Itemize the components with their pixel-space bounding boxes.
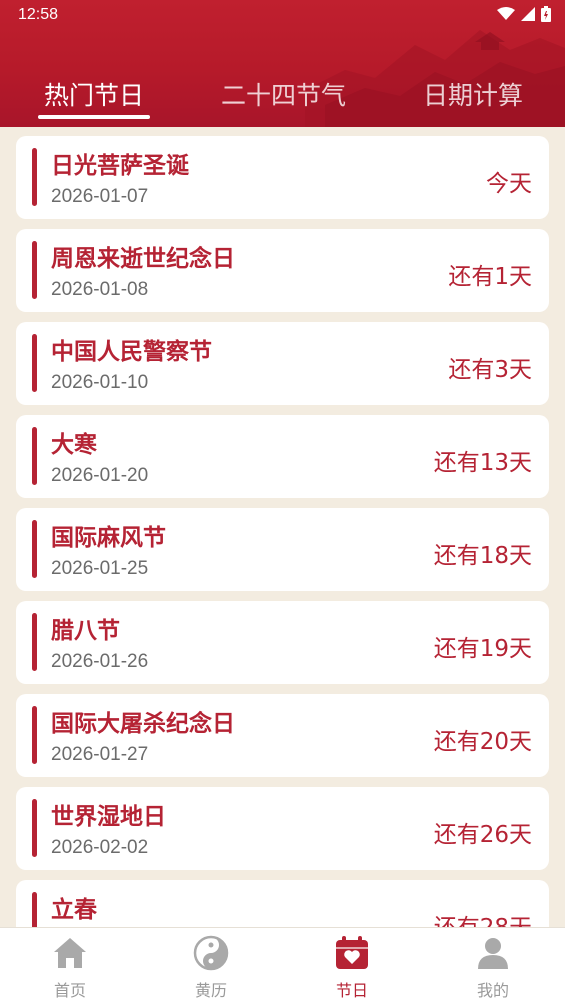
festival-card[interactable]: 世界湿地日 2026-02-02 还有26天	[16, 787, 549, 870]
header: 12:58 热门节日 二十四节气 日期计算	[0, 0, 565, 127]
accent-bar	[32, 427, 37, 485]
festival-name: 日光菩萨圣诞	[51, 153, 189, 179]
accent-bar	[32, 241, 37, 299]
home-icon	[54, 938, 86, 968]
days-remaining: 还有13天	[433, 450, 532, 476]
accent-bar	[32, 520, 37, 578]
days-remaining: 还有1天	[448, 264, 532, 290]
festival-date: 2026-01-08	[51, 279, 149, 300]
signal-icon	[521, 7, 535, 21]
festival-card[interactable]: 国际大屠杀纪念日 2026-01-27 还有20天	[16, 694, 549, 777]
festival-card[interactable]: 日光菩萨圣诞 2026-01-07 今天	[16, 136, 549, 219]
festival-name: 腊八节	[51, 618, 120, 644]
nav-label: 首页	[53, 981, 86, 1000]
festival-card[interactable]: 立春 还有28天	[16, 880, 549, 927]
days-remaining: 还有19天	[433, 636, 532, 662]
days-remaining: 还有28天	[434, 908, 532, 927]
accent-bar	[32, 892, 37, 927]
festival-card[interactable]: 大寒 2026-01-20 还有13天	[16, 415, 549, 498]
festival-name: 立春	[51, 897, 97, 923]
tab-solar-terms[interactable]: 二十四节气	[221, 76, 346, 112]
tab-popular-festivals[interactable]: 热门节日	[44, 76, 144, 112]
nav-label: 黄历	[194, 981, 227, 1000]
festival-card[interactable]: 腊八节 2026-01-26 还有19天	[16, 601, 549, 684]
status-icons	[497, 6, 551, 22]
nav-home[interactable]: 首页	[25, 928, 115, 1004]
tab-bar: 热门节日 二十四节气 日期计算	[0, 68, 565, 124]
accent-bar	[32, 334, 37, 392]
festival-name: 国际麻风节	[51, 525, 166, 551]
accent-bar	[32, 799, 37, 857]
festival-date: 2026-01-26	[51, 651, 149, 672]
bottom-nav: 首页 黄历 节日 我的	[0, 927, 565, 1004]
festival-name: 周恩来逝世纪念日	[51, 246, 235, 272]
festival-date: 2026-01-20	[51, 465, 149, 486]
festival-date: 2026-01-27	[51, 744, 149, 765]
nav-festivals[interactable]: 节日	[307, 928, 397, 1004]
status-bar: 12:58	[0, 0, 565, 32]
festival-date: 2026-01-07	[51, 186, 149, 207]
yin-yang-icon	[193, 935, 229, 971]
calendar-heart-icon	[336, 936, 368, 969]
battery-icon	[541, 6, 551, 22]
festival-name: 世界湿地日	[51, 804, 166, 830]
nav-almanac[interactable]: 黄历	[166, 928, 256, 1004]
festival-list[interactable]: 日光菩萨圣诞 2026-01-07 今天 周恩来逝世纪念日 2026-01-08…	[0, 127, 565, 927]
days-remaining: 还有20天	[433, 729, 532, 755]
accent-bar	[32, 706, 37, 764]
festival-date: 2026-01-25	[51, 558, 149, 579]
festival-card[interactable]: 国际麻风节 2026-01-25 还有18天	[16, 508, 549, 591]
festival-date: 2026-02-02	[51, 837, 149, 858]
days-remaining: 今天	[486, 171, 532, 197]
festival-name: 国际大屠杀纪念日	[51, 711, 235, 737]
festival-card[interactable]: 中国人民警察节 2026-01-10 还有3天	[16, 322, 549, 405]
festival-name: 中国人民警察节	[51, 339, 212, 365]
nav-label: 我的	[476, 981, 509, 1000]
accent-bar	[32, 613, 37, 671]
days-remaining: 还有26天	[433, 822, 532, 848]
festival-date: 2026-01-10	[51, 372, 149, 393]
wifi-icon	[497, 7, 515, 20]
nav-profile[interactable]: 我的	[448, 928, 538, 1004]
festival-name: 大寒	[51, 432, 97, 458]
person-icon	[478, 938, 508, 969]
nav-label: 节日	[335, 981, 368, 1000]
days-remaining: 还有3天	[448, 357, 532, 383]
status-time: 12:58	[18, 6, 59, 23]
festival-card[interactable]: 周恩来逝世纪念日 2026-01-08 还有1天	[16, 229, 549, 312]
days-remaining: 还有18天	[433, 543, 532, 569]
active-tab-indicator	[38, 115, 150, 119]
accent-bar	[32, 148, 37, 206]
tab-date-calculation[interactable]: 日期计算	[423, 76, 523, 112]
